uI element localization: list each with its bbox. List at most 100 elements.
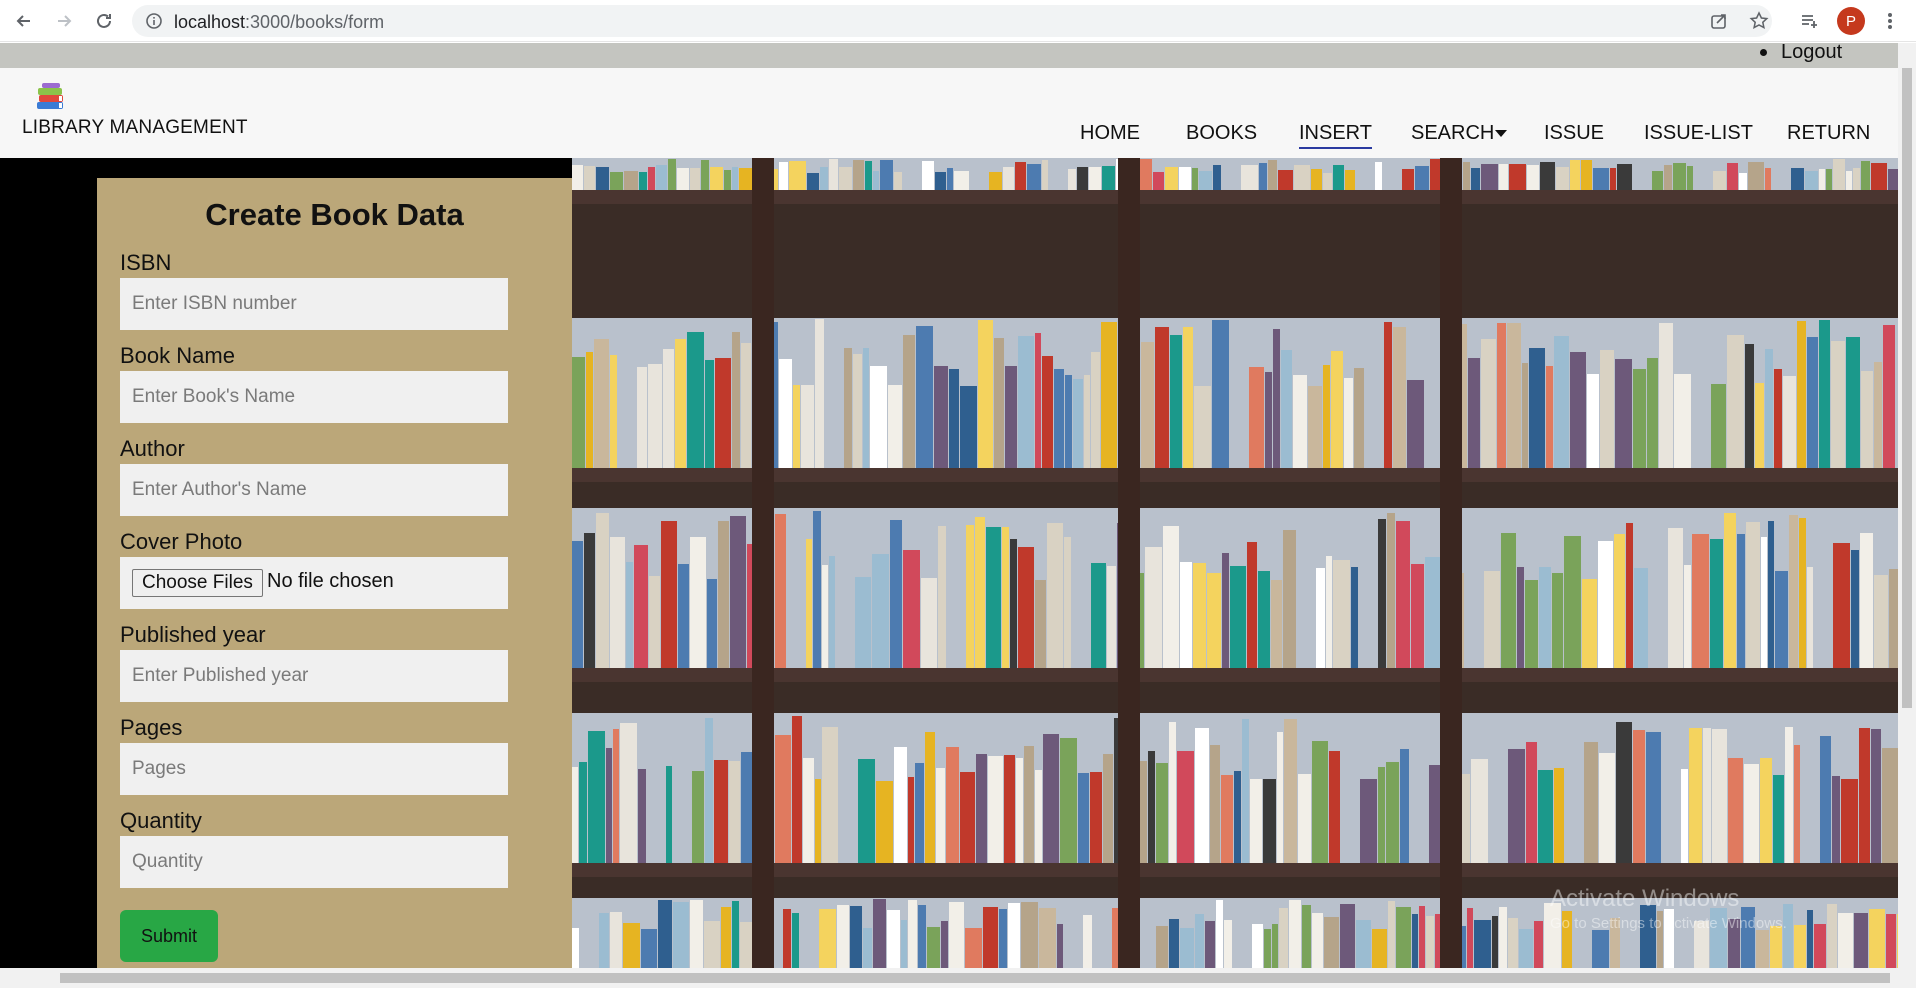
kebab-menu-icon[interactable]	[1878, 9, 1902, 33]
book-spine	[1807, 337, 1818, 468]
book-spine	[1886, 914, 1896, 968]
isbn-input[interactable]	[120, 278, 508, 330]
book-spine	[1024, 746, 1034, 863]
book-spine	[793, 385, 800, 468]
book-spine	[588, 731, 605, 863]
book-spine	[850, 906, 862, 968]
book-spine	[1323, 365, 1330, 468]
book-spine	[594, 339, 609, 468]
book-spine	[1463, 162, 1470, 190]
book-spine	[1882, 748, 1898, 863]
author-input[interactable]	[120, 464, 508, 516]
author-label: Author	[120, 436, 185, 461]
nav-return[interactable]: RETURN	[1787, 122, 1870, 145]
book-spine	[1626, 523, 1633, 668]
book-spine	[1499, 907, 1507, 968]
book-spine	[1083, 915, 1092, 968]
book-spine	[1746, 522, 1760, 668]
horizontal-scrollbar[interactable]	[0, 968, 1916, 988]
book-spine	[586, 352, 593, 468]
book-spine	[1378, 519, 1386, 668]
books-logo-icon[interactable]	[34, 82, 68, 112]
back-icon[interactable]	[12, 9, 36, 33]
book-spine	[1005, 366, 1017, 468]
book-spine	[1831, 341, 1845, 468]
nav-home[interactable]: HOME	[1080, 122, 1140, 145]
book-spine	[908, 777, 914, 863]
profile-avatar[interactable]: P	[1837, 7, 1865, 35]
book-spine	[901, 920, 907, 968]
book-spine	[1078, 773, 1089, 863]
info-icon[interactable]	[146, 13, 162, 34]
book-spine	[779, 359, 792, 468]
book-spine	[1492, 916, 1498, 968]
book-spine	[1846, 171, 1852, 190]
book-spine	[1681, 769, 1688, 863]
book-spine	[1378, 767, 1385, 863]
book-spine	[1600, 350, 1614, 468]
book-spine	[623, 923, 640, 968]
bookmark-star-icon[interactable]	[1747, 9, 1771, 33]
quantity-input[interactable]	[120, 836, 508, 888]
book-spine	[1851, 550, 1859, 668]
book-spine	[1329, 751, 1340, 863]
cover-photo-file-input[interactable]: Choose Files No file chosen	[120, 557, 508, 609]
book-spine	[1199, 171, 1212, 190]
book-spine	[572, 928, 579, 968]
nav-search[interactable]: SEARCH	[1411, 122, 1508, 145]
book-spine	[872, 554, 889, 668]
share-icon[interactable]	[1707, 9, 1731, 33]
reload-icon[interactable]	[92, 9, 116, 33]
book-spine	[1807, 910, 1813, 968]
book-spine	[1064, 537, 1071, 668]
book-spine	[839, 167, 852, 190]
brand-title[interactable]: LIBRARY MANAGEMENT	[22, 117, 248, 139]
book-spine	[1312, 913, 1323, 968]
choose-files-button[interactable]: Choose Files	[132, 569, 263, 597]
book-spine	[1554, 768, 1564, 863]
bullet-icon	[1760, 49, 1767, 57]
nav-issue-list[interactable]: ISSUE-LIST	[1644, 122, 1753, 145]
forward-icon[interactable]	[52, 9, 76, 33]
book-spine	[1689, 728, 1702, 863]
book-spine	[1598, 541, 1613, 668]
book-spine	[1744, 764, 1759, 863]
book-spine	[779, 162, 788, 190]
book-spine	[1183, 327, 1193, 468]
vertical-scrollbar[interactable]	[1898, 43, 1916, 968]
book-spine	[1249, 367, 1264, 468]
book-spine	[938, 526, 946, 668]
book-spine	[807, 173, 819, 190]
nav-issue[interactable]: ISSUE	[1544, 122, 1604, 145]
reading-list-icon[interactable]	[1797, 9, 1821, 33]
submit-button[interactable]: Submit	[120, 910, 218, 962]
book-spine	[1326, 556, 1332, 668]
nav-insert[interactable]: INSERT	[1299, 122, 1372, 149]
published-year-input[interactable]	[120, 650, 508, 702]
book-spine	[1268, 160, 1277, 190]
book-spine	[1224, 920, 1232, 968]
logout-link[interactable]: Logout	[1760, 43, 1842, 64]
book-name-label: Book Name	[120, 343, 235, 368]
book-spine	[1388, 901, 1395, 968]
book-spine	[925, 732, 935, 863]
book-spine	[908, 900, 917, 968]
book-spine	[638, 769, 646, 863]
pages-input[interactable]	[120, 743, 508, 795]
horizontal-scroll-thumb[interactable]	[60, 973, 1890, 983]
book-spine	[1838, 913, 1853, 968]
address-bar[interactable]: localhost:3000/books/form	[132, 5, 1772, 37]
book-spine	[1634, 568, 1648, 668]
nav-books[interactable]: BOOKS	[1186, 122, 1257, 145]
book-spine	[1581, 160, 1592, 190]
book-spine	[1375, 162, 1382, 190]
cover-photo-label: Cover Photo	[120, 529, 243, 554]
book-spine	[1481, 339, 1496, 468]
book-spine	[1501, 533, 1516, 668]
book-name-input[interactable]	[120, 371, 508, 423]
book-spine	[1284, 719, 1297, 863]
book-spine	[1277, 732, 1283, 863]
book-spine	[678, 564, 689, 668]
vertical-scroll-thumb[interactable]	[1902, 68, 1912, 708]
book-spine	[806, 539, 812, 668]
